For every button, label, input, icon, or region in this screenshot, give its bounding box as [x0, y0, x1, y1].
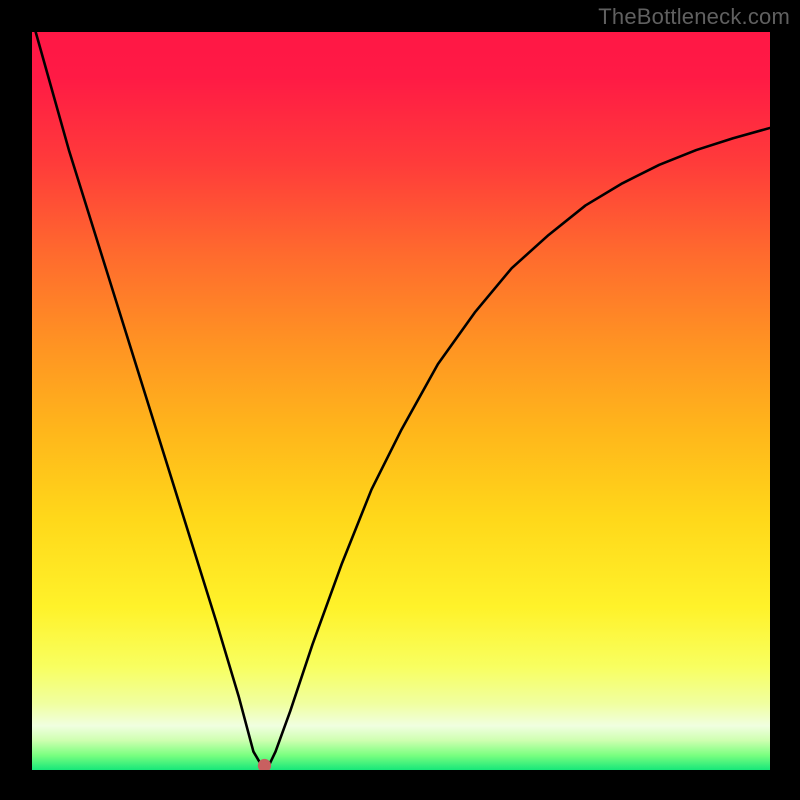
plot-area — [32, 32, 770, 770]
chart-frame: TheBottleneck.com — [0, 0, 800, 800]
watermark-label: TheBottleneck.com — [598, 4, 790, 30]
bottleneck-curve-path — [36, 32, 770, 770]
curve-svg — [32, 32, 770, 770]
